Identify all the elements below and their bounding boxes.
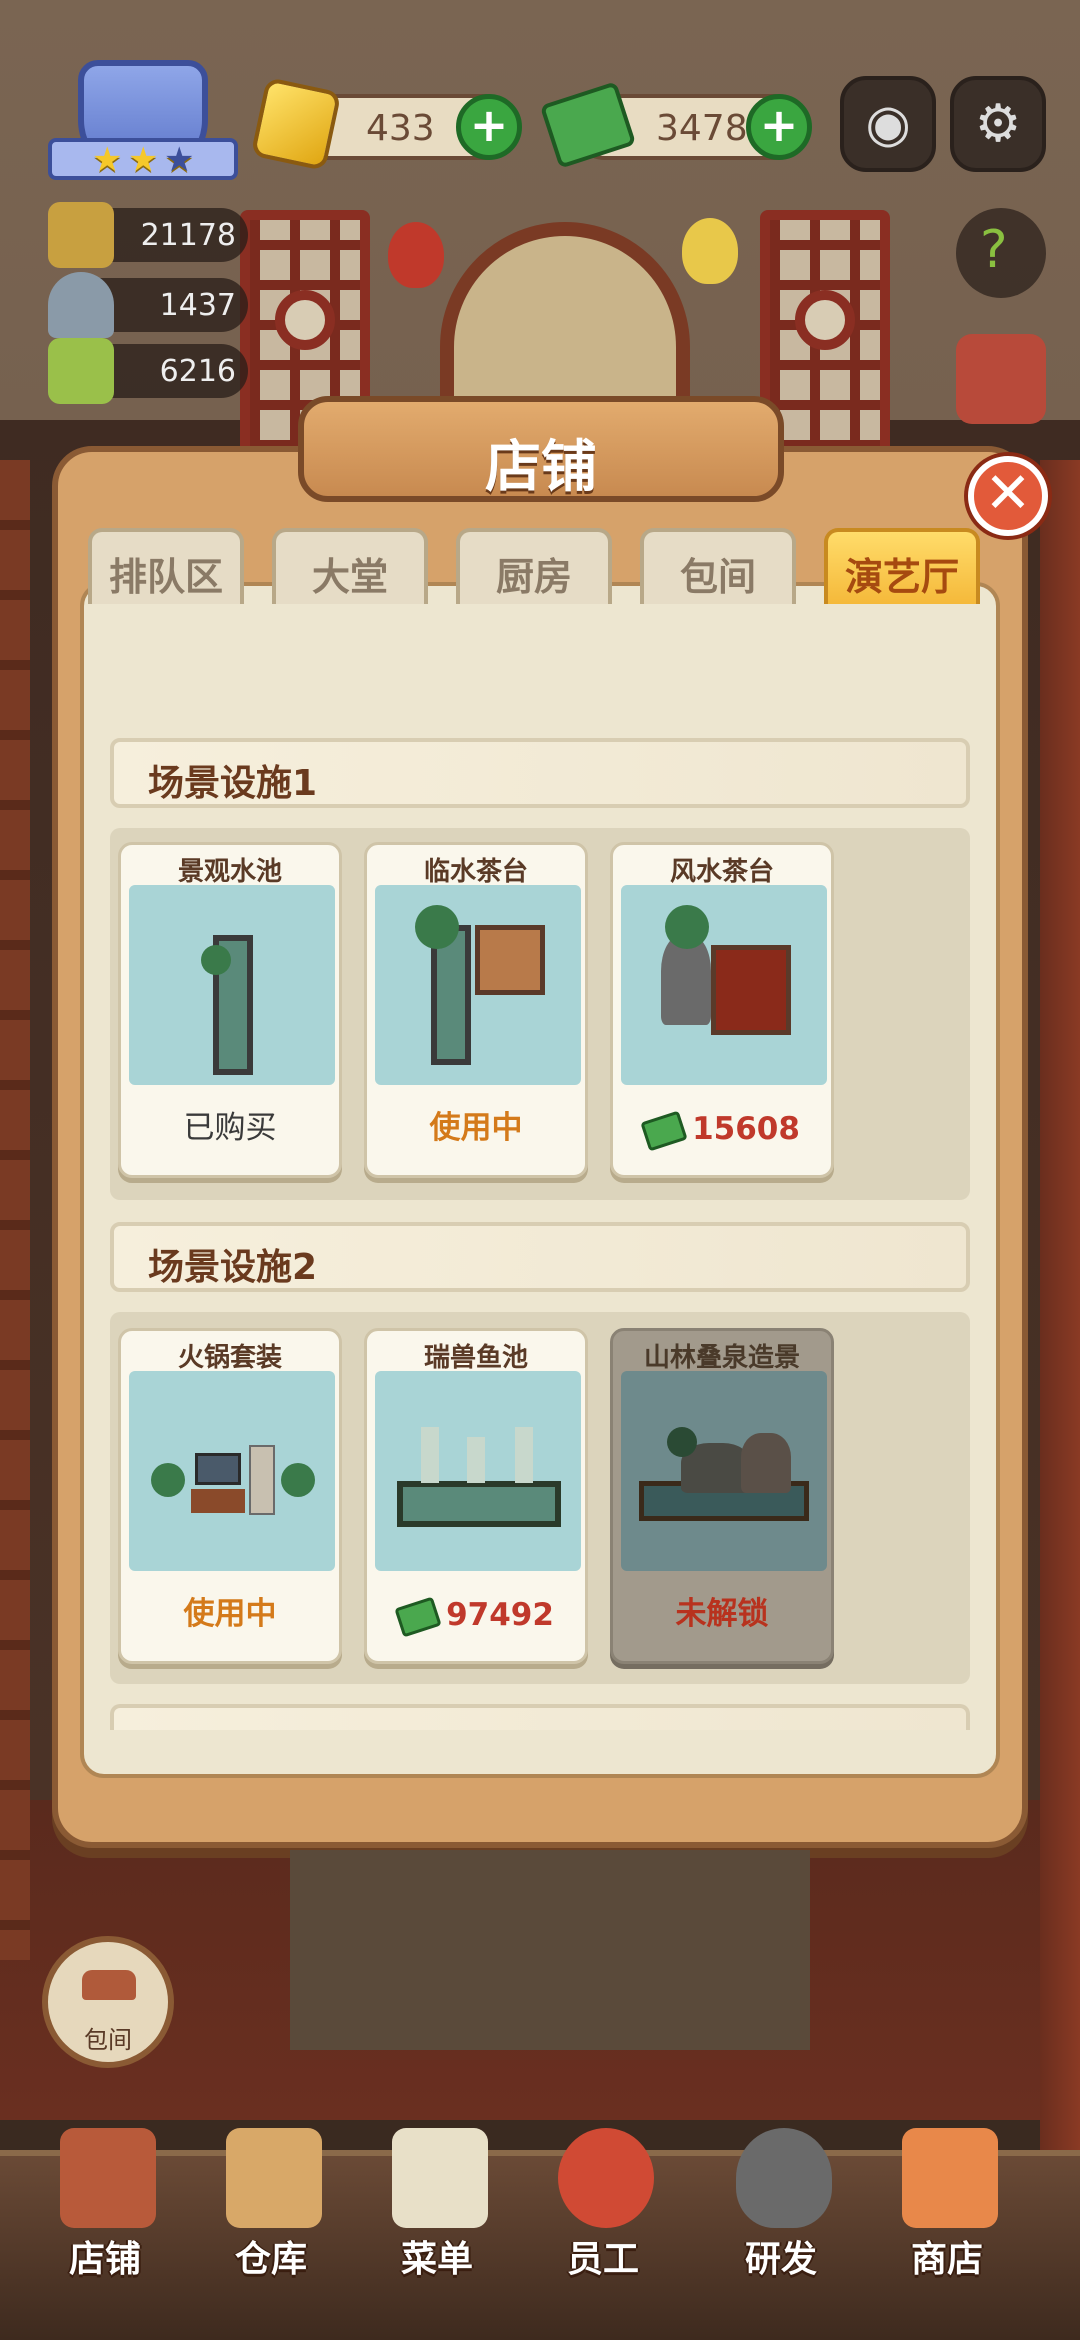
nav-label: 店铺: [68, 2239, 141, 2280]
chef-badge-icon[interactable]: ★ ★ ★: [48, 60, 238, 190]
item-price: 15608: [613, 1110, 831, 1151]
gem-count: 433: [366, 108, 435, 149]
help-book-button[interactable]: ?: [956, 208, 1046, 298]
notice-button[interactable]: [956, 334, 1046, 424]
price-value: 15608: [692, 1111, 800, 1147]
dish-cover-icon: [48, 272, 114, 338]
stat-value: 1437: [159, 288, 236, 323]
settings-button[interactable]: ⚙: [950, 76, 1046, 172]
clipboard-icon: [392, 2128, 488, 2228]
item-name: 风水茶台: [669, 857, 774, 887]
item-card[interactable]: 瑞兽鱼池 97492: [364, 1328, 588, 1664]
item-name: 瑞兽鱼池: [423, 1343, 528, 1373]
ingot-icon: [48, 202, 114, 268]
item-card[interactable]: 临水茶台 使用中: [364, 842, 588, 1178]
add-gems-button[interactable]: +: [456, 94, 522, 160]
item-name: 火锅套装: [177, 1343, 282, 1373]
private-room-button[interactable]: 包间: [42, 1936, 174, 2068]
nav-label: 员工: [566, 2239, 639, 2280]
tab-label: 演艺厅: [844, 555, 959, 599]
sofa-icon: [82, 1970, 136, 2000]
nav-label: 商店: [910, 2239, 983, 2280]
section-header-partial: [110, 1704, 970, 1730]
item-card-locked[interactable]: 山林叠泉造景 未解锁: [610, 1328, 834, 1664]
nav-label: 仓库: [234, 2239, 307, 2280]
wall-strip: [0, 460, 30, 1960]
nav-menu[interactable]: 菜单: [362, 2128, 512, 2318]
item-preview: [129, 885, 335, 1085]
shop-icon: [902, 2128, 998, 2228]
item-status: 使用中: [183, 1596, 277, 1632]
private-room-label: 包间: [84, 2026, 132, 2054]
item-preview: [621, 1371, 827, 1571]
item-name: 临水茶台: [423, 857, 528, 887]
add-cash-button[interactable]: +: [746, 94, 812, 160]
tab-label: 包间: [679, 555, 756, 599]
item-preview: [129, 1371, 335, 1571]
tab-performance-hall[interactable]: 演艺厅: [824, 528, 980, 604]
opera-mask-red: [388, 222, 444, 288]
cash-icon: [394, 1596, 442, 1637]
section-title: 场景设施2: [148, 1247, 318, 1288]
nav-staff[interactable]: 员工: [528, 2128, 678, 2318]
gem-icon: [250, 76, 342, 172]
nav-label: 菜单: [400, 2239, 473, 2280]
dialog-title: 店铺: [485, 435, 597, 500]
stat-dishes: 1437: [48, 272, 248, 338]
help-book-icon: ?: [980, 220, 1008, 280]
storefront-icon: [60, 2128, 156, 2228]
recipe-book-icon: [48, 338, 114, 404]
wok-icon: [736, 2128, 832, 2228]
item-status: 已购买: [183, 1110, 277, 1146]
nav-shop[interactable]: 店铺: [30, 2128, 180, 2318]
gear-icon: ⚙: [974, 94, 1022, 154]
opera-mask-yellow: [682, 218, 738, 284]
item-status: 未解锁: [675, 1596, 769, 1632]
tab-queue-area[interactable]: 排队区: [88, 528, 244, 604]
stat-value: 21178: [140, 218, 236, 253]
dialog-title-plate: 店铺: [298, 396, 784, 502]
nav-label: 研发: [744, 2239, 817, 2280]
tab-private-room[interactable]: 包间: [640, 528, 796, 604]
close-button[interactable]: ✕: [968, 456, 1048, 536]
item-status: 使用中: [429, 1110, 523, 1146]
wall-strip: [1040, 460, 1080, 2160]
tab-label: 厨房: [495, 555, 572, 599]
item-card[interactable]: 风水茶台 15608: [610, 842, 834, 1178]
nav-research[interactable]: 研发: [706, 2128, 856, 2318]
section-header: 场景设施2: [110, 1222, 970, 1292]
tab-label: 排队区: [108, 555, 223, 599]
cash-icon: [640, 1110, 688, 1151]
stat-ingots: 21178: [48, 202, 248, 268]
item-name: 山林叠泉造景: [643, 1343, 800, 1373]
stat-recipes: 6216: [48, 338, 248, 404]
item-price: 97492: [367, 1596, 585, 1637]
close-icon: ✕: [984, 461, 1032, 526]
item-preview: [621, 885, 827, 1085]
dining-scene: [290, 1850, 810, 2050]
staff-icon: [558, 2128, 654, 2228]
item-card[interactable]: 火锅套装 使用中: [118, 1328, 342, 1664]
item-card[interactable]: 景观水池 已购买: [118, 842, 342, 1178]
item-preview: [375, 1371, 581, 1571]
price-value: 97492: [446, 1597, 554, 1633]
item-preview: [375, 885, 581, 1085]
camera-button[interactable]: ◉: [840, 76, 936, 172]
nav-store[interactable]: 商店: [872, 2128, 1022, 2318]
section-header: 场景设施1: [110, 738, 970, 808]
tab-label: 大堂: [311, 555, 388, 599]
tab-lobby[interactable]: 大堂: [272, 528, 428, 604]
stat-value: 6216: [159, 354, 236, 389]
section-title: 场景设施1: [148, 763, 318, 804]
nav-warehouse[interactable]: 仓库: [196, 2128, 346, 2318]
item-name: 景观水池: [177, 857, 282, 887]
boxes-icon: [226, 2128, 322, 2228]
tab-kitchen[interactable]: 厨房: [456, 528, 612, 604]
camera-icon: ◉: [865, 94, 911, 154]
